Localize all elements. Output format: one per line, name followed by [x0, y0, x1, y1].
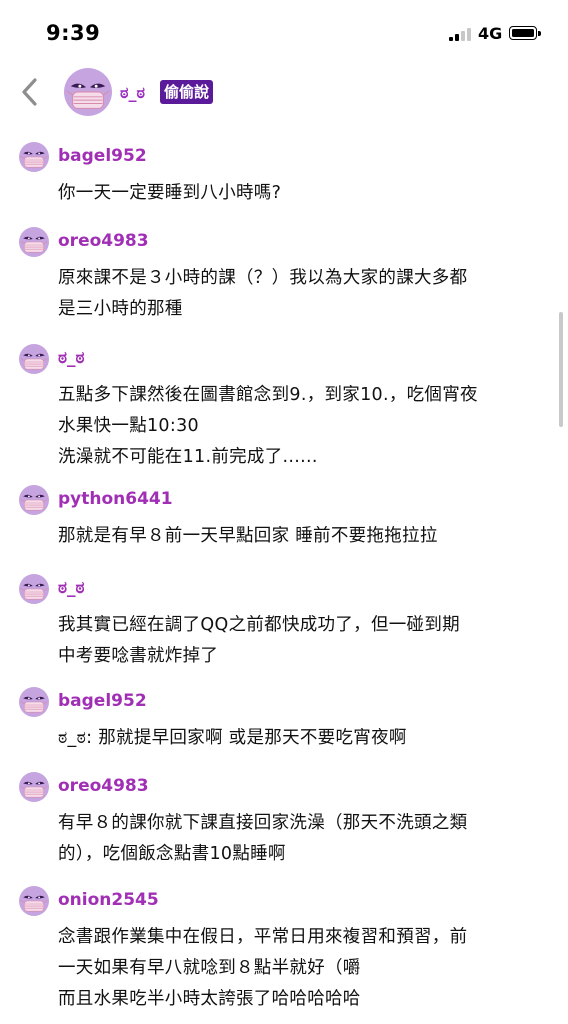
comment-username[interactable]: oreo4983: [58, 231, 149, 251]
avatar[interactable]: [19, 687, 49, 717]
comment-text: 有早８的課你就下課直接回家洗澡（那天不洗頭之類 的），吃個飯念點書10點睡啊: [58, 813, 468, 864]
comment-text: 你一天一定要睡到八小時嗎?: [58, 183, 282, 203]
status-badge: 偷偷說: [160, 80, 214, 104]
comment-text: 念書跟作業集中在假日，平常日用來複習和預習，前 一天如果有早八就唸到８點半就好（…: [58, 927, 468, 1009]
battery-icon: [509, 26, 541, 40]
avatar[interactable]: [19, 485, 49, 515]
avatar[interactable]: [19, 227, 49, 257]
comment-text: 那就是有早８前一天早點回家 睡前不要拖拖拉拉: [58, 526, 438, 546]
comment-text: 五點多下課然後在圖書館念到9.，到家10.，吃個宵夜 水果快一點10:30 洗澡…: [58, 385, 478, 467]
comment-username[interactable]: bagel952: [58, 691, 147, 711]
avatar[interactable]: [64, 68, 112, 116]
comment-username[interactable]: onion2545: [58, 890, 159, 910]
comment-text: 我其實已經在調了QQ之前都快成功了，但一碰到期 中考要唸書就炸掉了: [58, 615, 460, 666]
comment-username[interactable]: oreo4983: [58, 776, 149, 796]
network-type: 4G: [478, 24, 503, 43]
chat-header: ಠ_ಠ 偷偷說: [0, 62, 568, 122]
comment-username[interactable]: bagel952: [58, 146, 147, 166]
comment-username[interactable]: ಠ_ಠ: [58, 348, 85, 368]
comment-username[interactable]: ಠ_ಠ: [58, 578, 85, 598]
avatar[interactable]: [19, 886, 49, 916]
scrollbar[interactable]: [559, 312, 563, 427]
back-chevron-icon[interactable]: [16, 75, 44, 109]
status-time: 9:39: [46, 21, 101, 45]
comment-text: ಠ_ಠ: 那就提早回家啊 或是那天不要吃宵夜啊: [58, 728, 407, 748]
avatar[interactable]: [19, 142, 49, 172]
avatar[interactable]: [19, 772, 49, 802]
signal-icon: [449, 27, 473, 41]
avatar[interactable]: [19, 574, 49, 604]
header-username[interactable]: ಠ_ಠ: [120, 83, 145, 103]
avatar[interactable]: [19, 344, 49, 374]
comment-text: 原來課不是３小時的課（？）我以為大家的課大多都 是三小時的那種: [58, 268, 468, 319]
status-bar: 9:39 4G: [0, 0, 568, 62]
comment-username[interactable]: python6441: [58, 489, 173, 509]
